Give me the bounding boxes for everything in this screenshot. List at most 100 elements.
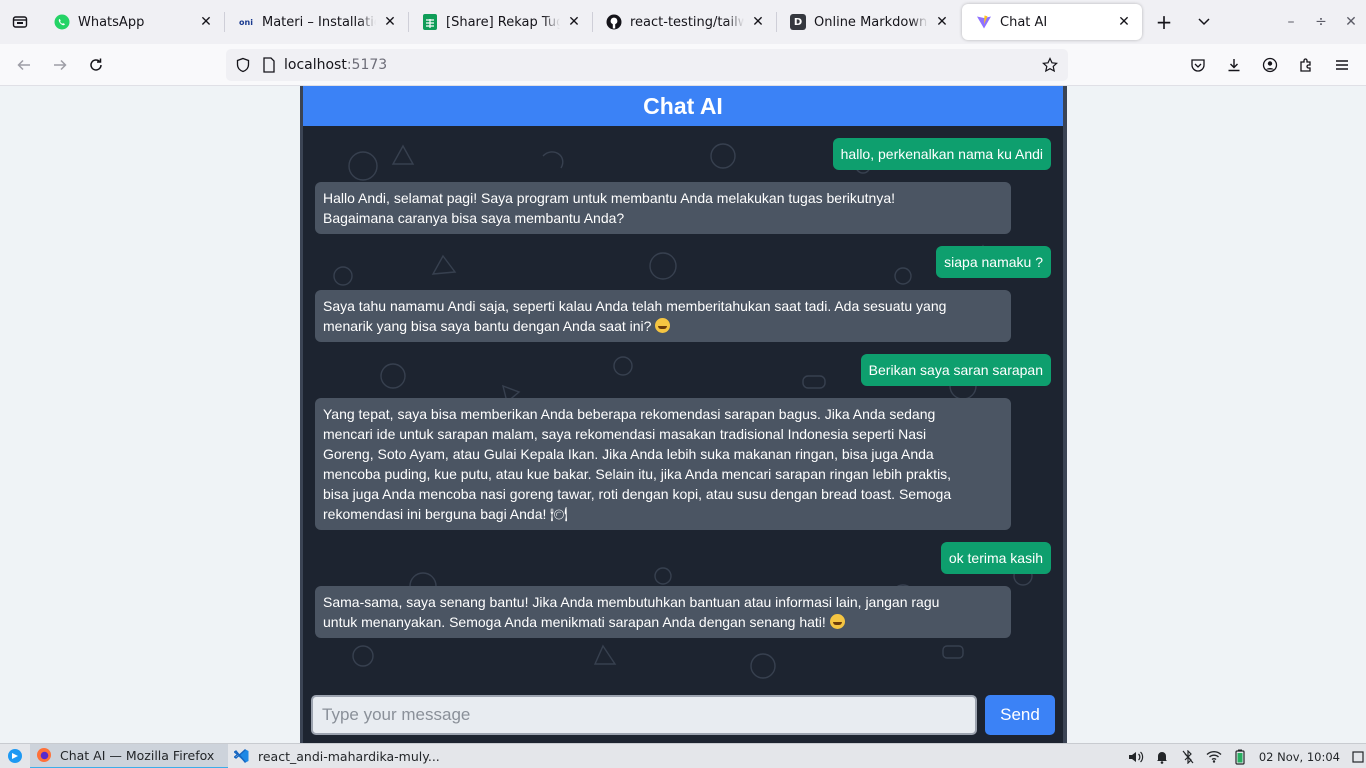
navigation-toolbar: localhost:5173 xyxy=(0,44,1366,86)
list-all-tabs-button[interactable] xyxy=(1184,0,1224,44)
user-message: ok terima kasih xyxy=(940,542,1051,574)
user-message: Berikan saya saran sarapan xyxy=(860,354,1051,386)
arrow-right-icon xyxy=(54,59,67,70)
message-line: mencari ide untuk sarapan malam, saya re… xyxy=(323,426,927,442)
firefox-view-icon xyxy=(12,16,28,28)
system-tray: 02 Nov, 10:04 xyxy=(1123,744,1366,768)
system-clock[interactable]: 02 Nov, 10:04 xyxy=(1259,750,1340,764)
bot-message: Hallo Andi, selamat pagi! Saya program u… xyxy=(315,182,1011,234)
tab-title: Materi – Installation Op xyxy=(262,14,376,30)
chevron-down-icon xyxy=(1198,18,1210,26)
pocket-icon xyxy=(1191,59,1205,72)
battery-icon[interactable] xyxy=(1227,744,1253,768)
message-text: hallo, perkenalkan nama ku Andi xyxy=(840,146,1043,162)
chat-container: Chat AI hallo, perkenalkan nama ku Andi … xyxy=(300,86,1067,743)
github-icon xyxy=(606,14,622,30)
sheets-icon xyxy=(422,14,438,30)
reload-icon xyxy=(90,58,102,71)
tab-title: [Share] Rekap Tugas Re xyxy=(446,14,560,30)
taskbar-item-vscode[interactable]: react_andi-mahardika-muly... xyxy=(228,744,446,768)
close-tab-icon[interactable]: ✕ xyxy=(566,14,582,30)
user-message: siapa namaku ? xyxy=(936,246,1051,278)
forward-button[interactable] xyxy=(42,49,78,81)
chat-header-title: Chat AI xyxy=(303,86,1063,126)
bluetooth-off-icon[interactable] xyxy=(1175,744,1201,768)
tab-materi[interactable]: oni Materi – Installation Op ✕ xyxy=(224,0,408,44)
tab-chat-ai[interactable]: Chat AI ✕ xyxy=(962,4,1142,40)
url-port: :5173 xyxy=(346,57,388,73)
message-line: Yang tepat, saya bisa memberikan Anda be… xyxy=(323,406,936,422)
close-tab-icon[interactable]: ✕ xyxy=(198,14,214,30)
hamburger-icon xyxy=(1336,60,1348,70)
taskbar-item-label: react_andi-mahardika-muly... xyxy=(258,748,440,764)
close-tab-icon[interactable]: ✕ xyxy=(382,14,398,30)
launcher-icon xyxy=(8,749,22,763)
message-line: untuk menanyakan. Semoga Anda menikmati … xyxy=(323,614,826,630)
close-tab-icon[interactable]: ✕ xyxy=(750,14,766,30)
pocket-button[interactable] xyxy=(1180,49,1216,81)
account-button[interactable] xyxy=(1252,49,1288,81)
tab-strip: WhatsApp ✕ oni Materi – Installation Op … xyxy=(0,0,1366,44)
firefox-view-button[interactable] xyxy=(0,0,40,44)
bot-message: Sama-sama, saya senang bantu! Jika Anda … xyxy=(315,586,1011,638)
extensions-button[interactable] xyxy=(1288,49,1324,81)
url-bar[interactable]: localhost:5173 xyxy=(226,49,1068,81)
puzzle-icon xyxy=(1300,58,1311,72)
chat-messages-area[interactable]: hallo, perkenalkan nama ku Andi Hallo An… xyxy=(303,126,1063,686)
grinning-face-emoji-icon xyxy=(655,318,671,333)
wifi-icon[interactable] xyxy=(1201,744,1227,768)
downloads-button[interactable] xyxy=(1216,49,1252,81)
message-input[interactable] xyxy=(311,695,977,735)
send-button[interactable]: Send xyxy=(985,695,1055,735)
firefox-icon xyxy=(36,747,52,763)
message-list: hallo, perkenalkan nama ku Andi Hallo An… xyxy=(303,126,1063,686)
system-taskbar: Chat AI — Mozilla Firefox react_andi-mah… xyxy=(0,743,1366,768)
show-desktop-icon[interactable] xyxy=(1350,744,1366,768)
oni-icon: oni xyxy=(239,17,253,27)
message-composer: Send xyxy=(303,686,1063,743)
grinning-face-emoji-icon xyxy=(829,614,845,629)
notifications-bell-icon[interactable] xyxy=(1149,744,1175,768)
menu-button[interactable] xyxy=(1324,49,1360,81)
taskbar-item-firefox[interactable]: Chat AI — Mozilla Firefox xyxy=(30,743,228,768)
message-text: siapa namaku ? xyxy=(944,254,1043,270)
message-line: menarik yang bisa saya bantu dengan Anda… xyxy=(323,318,652,334)
message-text: ok terima kasih xyxy=(948,550,1043,566)
download-icon xyxy=(1228,59,1240,72)
account-icon xyxy=(1262,57,1278,73)
taskbar-item-label: Chat AI — Mozilla Firefox xyxy=(60,747,215,763)
maximize-button[interactable]: ÷ xyxy=(1306,0,1336,44)
back-button[interactable] xyxy=(6,49,42,81)
message-line: Sama-sama, saya senang bantu! Jika Anda … xyxy=(323,594,940,610)
tab-markdown-editor[interactable]: D Online Markdown Edito ✕ xyxy=(776,0,960,44)
tab-rekap-tugas[interactable]: [Share] Rekap Tugas Re ✕ xyxy=(408,0,592,44)
vite-icon xyxy=(976,14,992,30)
tab-github[interactable]: react-testing/tailwind.c ✕ xyxy=(592,0,776,44)
url-text[interactable]: localhost:5173 xyxy=(284,57,387,73)
message-line: Bagaimana caranya bisa saya membantu And… xyxy=(323,210,625,226)
close-tab-icon[interactable]: ✕ xyxy=(934,14,950,30)
page-viewport: Chat AI hallo, perkenalkan nama ku Andi … xyxy=(0,86,1366,743)
tab-title: Online Markdown Edito xyxy=(814,14,928,30)
tab-whatsapp[interactable]: WhatsApp ✕ xyxy=(40,0,224,44)
new-tab-button[interactable]: + xyxy=(1144,0,1184,44)
application-launcher-button[interactable] xyxy=(0,744,30,768)
arrow-left-icon xyxy=(17,59,30,70)
bookmark-star-icon[interactable] xyxy=(1038,53,1062,77)
message-text: Berikan saya saran sarapan xyxy=(868,362,1043,378)
page-icon[interactable] xyxy=(258,49,280,81)
minimize-button[interactable]: – xyxy=(1276,0,1306,44)
message-line: Goreng, Soto Ayam, atau Gulai Kepala Ika… xyxy=(323,446,934,462)
close-window-button[interactable]: ✕ xyxy=(1336,0,1366,44)
volume-icon[interactable] xyxy=(1123,744,1149,768)
reload-button[interactable] xyxy=(78,49,114,81)
shield-icon[interactable] xyxy=(228,49,258,81)
vscode-icon xyxy=(234,748,250,764)
tab-title: Chat AI xyxy=(1000,14,1048,30)
close-tab-icon[interactable]: ✕ xyxy=(1116,14,1132,30)
message-line: rekomendasi ini berguna bagi Anda! 🍽 xyxy=(323,506,569,522)
tab-title: WhatsApp xyxy=(78,14,145,30)
message-line: Saya tahu namamu Andi saja, seperti kala… xyxy=(323,298,947,314)
url-host: localhost xyxy=(284,57,347,73)
whatsapp-icon xyxy=(54,14,70,30)
